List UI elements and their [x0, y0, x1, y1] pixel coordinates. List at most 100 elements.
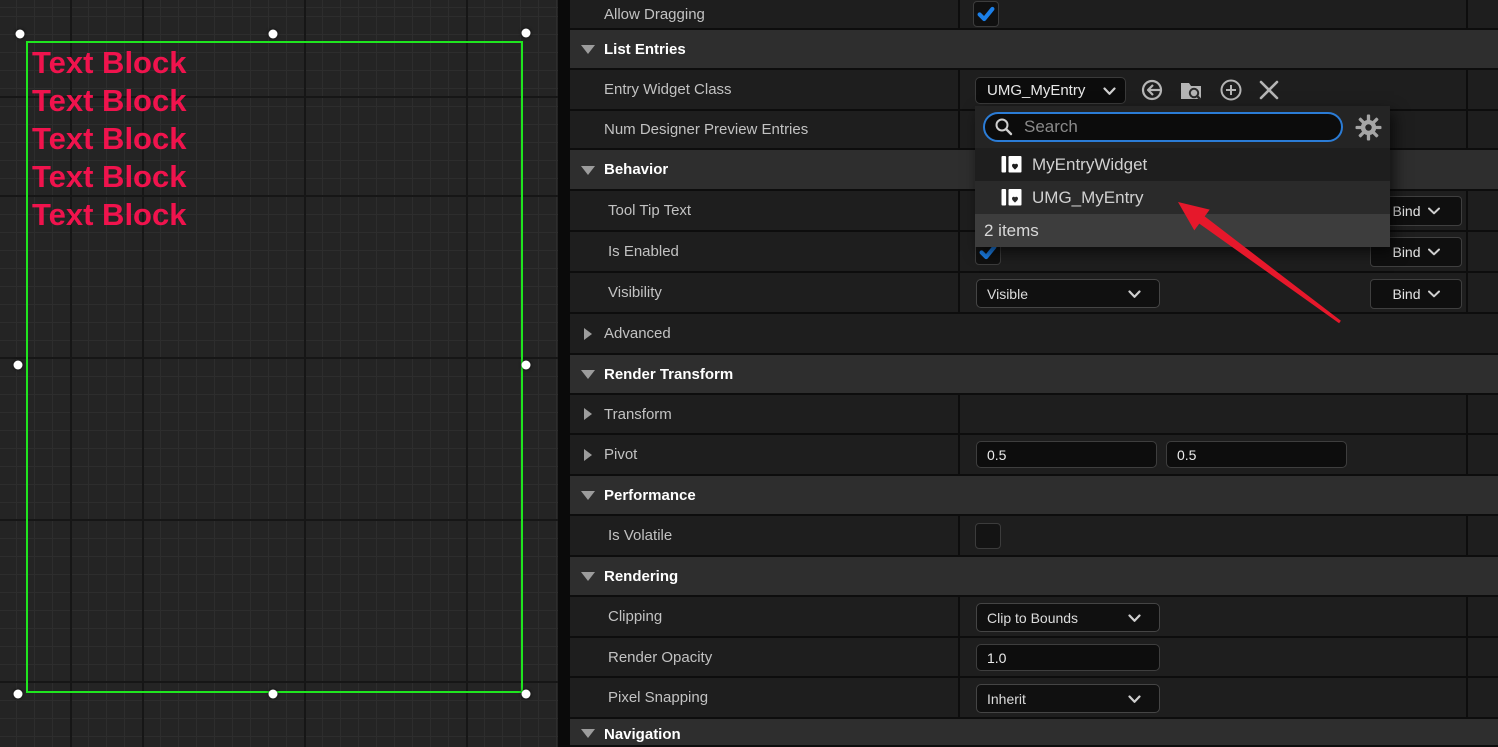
column-divider	[1466, 70, 1468, 109]
resize-handle-bottom-right[interactable]	[522, 690, 531, 699]
section-header-list-entries[interactable]: List Entries	[570, 30, 1498, 70]
add-element-icon[interactable]	[1217, 76, 1245, 104]
allow-dragging-checkbox[interactable]	[973, 1, 999, 27]
pixel-snapping-dropdown[interactable]: Inherit	[976, 684, 1160, 713]
asset-picker-popup: MyEntryWidget UMG_MyEntry 2 items	[975, 106, 1390, 246]
text-block-line: Text Block	[32, 44, 186, 82]
column-divider	[1466, 0, 1468, 28]
collapse-arrow-icon	[581, 572, 595, 581]
text-block-widget[interactable]: Text Block Text Block Text Block Text Bl…	[32, 44, 186, 234]
column-divider	[958, 111, 960, 148]
resize-handle-bottom-middle[interactable]	[269, 690, 278, 699]
column-divider	[1466, 273, 1468, 312]
collapse-arrow-icon	[581, 166, 595, 175]
chevron-down-icon	[1428, 290, 1440, 298]
row-pixel-snapping: Pixel Snapping Inherit	[570, 678, 1498, 719]
column-divider	[958, 232, 960, 271]
column-divider	[958, 191, 960, 230]
chevron-down-icon	[1128, 290, 1141, 299]
panel-divider	[558, 0, 570, 747]
pixel-snapping-value: Inherit	[987, 691, 1026, 707]
clipping-value: Clip to Bounds	[987, 610, 1078, 626]
asset-option-my-entry-widget[interactable]: MyEntryWidget	[975, 148, 1390, 181]
entry-widget-class-combobox[interactable]: UMG_MyEntry	[975, 77, 1126, 104]
text-block-line: Text Block	[32, 82, 186, 120]
collapse-arrow-icon	[581, 370, 595, 379]
num-designer-preview-entries-label: Num Designer Preview Entries	[570, 121, 808, 138]
collapse-arrow-icon	[581, 729, 595, 738]
row-advanced[interactable]: Advanced	[570, 314, 1498, 355]
resize-handle-bottom-left[interactable]	[14, 690, 23, 699]
collapse-arrow-icon	[581, 45, 595, 54]
tool-tip-text-label: Tool Tip Text	[570, 202, 691, 219]
row-allow-dragging: Allow Dragging	[570, 0, 1498, 30]
row-render-opacity: Render Opacity 1.0	[570, 638, 1498, 678]
clear-value-icon[interactable]	[1255, 76, 1283, 104]
render-opacity-label: Render Opacity	[570, 649, 712, 666]
entry-widget-class-label: Entry Widget Class	[570, 81, 732, 98]
row-clipping: Clipping Clip to Bounds	[570, 597, 1498, 638]
search-box[interactable]	[983, 112, 1343, 142]
asset-option-label: UMG_MyEntry	[1032, 188, 1143, 208]
browse-to-asset-icon[interactable]	[1177, 76, 1205, 104]
column-divider	[1466, 597, 1468, 636]
popup-item-count: 2 items	[975, 214, 1390, 247]
checkmark-icon	[975, 3, 997, 25]
search-input[interactable]	[1022, 116, 1312, 138]
column-divider	[958, 597, 960, 636]
chevron-down-icon	[1428, 248, 1440, 256]
resize-handle-middle-right[interactable]	[522, 361, 531, 370]
chevron-down-icon	[1128, 614, 1141, 623]
column-divider	[958, 516, 960, 555]
column-divider	[1466, 638, 1468, 676]
column-divider	[958, 0, 960, 28]
asset-option-umg-my-entry[interactable]: UMG_MyEntry	[975, 181, 1390, 214]
visibility-label: Visibility	[570, 284, 662, 301]
search-strip	[975, 106, 1390, 148]
asset-option-label: MyEntryWidget	[1032, 155, 1147, 175]
chevron-down-icon	[1428, 207, 1440, 215]
visibility-bind-button[interactable]: Bind	[1370, 279, 1462, 309]
row-pivot[interactable]: Pivot 0.5 0.5	[570, 435, 1498, 476]
pivot-x-field[interactable]: 0.5	[976, 441, 1157, 468]
column-divider	[958, 273, 960, 312]
render-opacity-field[interactable]: 1.0	[976, 644, 1160, 671]
designer-canvas[interactable]: Text Block Text Block Text Block Text Bl…	[0, 0, 558, 747]
clipping-dropdown[interactable]: Clip to Bounds	[976, 603, 1160, 632]
column-divider	[1466, 191, 1468, 230]
use-selected-asset-icon[interactable]	[1138, 76, 1166, 104]
section-header-navigation[interactable]: Navigation	[570, 719, 1498, 747]
settings-gear-icon[interactable]	[1355, 114, 1382, 146]
text-block-line: Text Block	[32, 158, 186, 196]
column-divider	[958, 70, 960, 109]
search-icon	[994, 117, 1014, 137]
visibility-dropdown[interactable]: Visible	[976, 279, 1160, 308]
column-divider	[958, 395, 960, 433]
chevron-down-icon	[1128, 695, 1141, 704]
pivot-y-field[interactable]: 0.5	[1166, 441, 1347, 468]
chevron-down-icon	[1103, 87, 1116, 96]
is-volatile-checkbox[interactable]	[975, 523, 1001, 549]
resize-handle-top-left[interactable]	[16, 30, 25, 39]
pivot-label: Pivot	[570, 446, 637, 463]
row-visibility: Visibility Visible Bind	[570, 273, 1498, 314]
column-divider	[1466, 435, 1468, 474]
resize-handle-middle-left[interactable]	[14, 361, 23, 370]
resize-handle-top-middle[interactable]	[269, 30, 278, 39]
expand-arrow-icon	[584, 328, 592, 340]
visibility-value: Visible	[987, 286, 1028, 302]
collapse-arrow-icon	[581, 491, 595, 500]
column-divider	[958, 678, 960, 717]
row-is-volatile: Is Volatile	[570, 516, 1498, 557]
column-divider	[1466, 111, 1468, 148]
row-transform[interactable]: Transform	[570, 395, 1498, 435]
is-volatile-label: Is Volatile	[570, 527, 672, 544]
widget-blueprint-icon	[1001, 188, 1022, 207]
column-divider	[1466, 232, 1468, 271]
text-block-line: Text Block	[32, 120, 186, 158]
section-header-rendering[interactable]: Rendering	[570, 557, 1498, 597]
row-entry-widget-class: Entry Widget Class UMG_MyEntry	[570, 70, 1498, 111]
section-header-render-transform[interactable]: Render Transform	[570, 355, 1498, 395]
resize-handle-top-right[interactable]	[522, 29, 531, 38]
section-header-performance[interactable]: Performance	[570, 476, 1498, 516]
